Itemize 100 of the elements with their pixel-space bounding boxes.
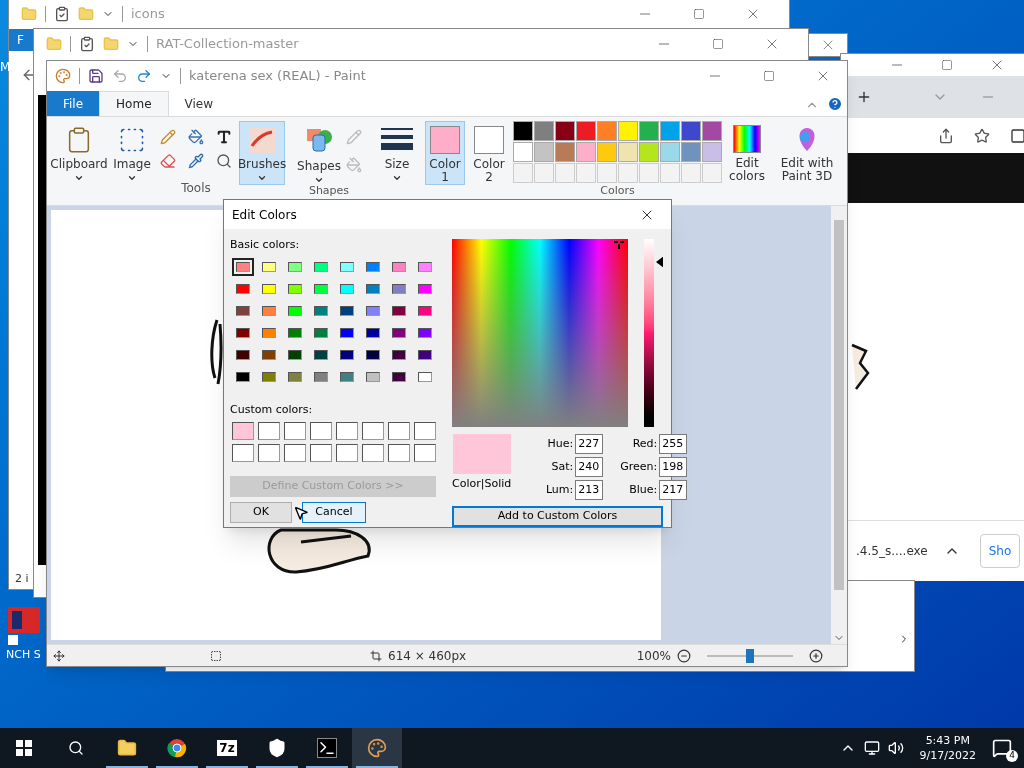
palette-swatch[interactable]	[660, 142, 680, 162]
palette-swatch[interactable]	[639, 121, 659, 141]
palette-swatch[interactable]	[597, 121, 617, 141]
desktop-icon-label[interactable]: NCH S	[6, 647, 41, 664]
clock-time[interactable]: 5:43 PM	[925, 733, 970, 748]
bookmark-star-icon[interactable]	[974, 127, 990, 144]
color-spectrum[interactable]	[452, 239, 628, 427]
palette-swatch[interactable]	[576, 121, 596, 141]
show-all-button[interactable]: Sho	[979, 534, 1021, 568]
vertical-scrollbar[interactable]	[831, 206, 847, 644]
custom-color-cell[interactable]	[414, 422, 436, 440]
palette-swatch[interactable]	[576, 142, 596, 162]
start-icon[interactable]	[16, 740, 32, 756]
ribbon-button[interactable]: Clipboard	[51, 121, 107, 185]
text-icon[interactable]	[216, 129, 232, 145]
app-shortcut-icon[interactable]	[6, 605, 42, 647]
palette-swatch[interactable]	[555, 142, 575, 162]
number-field[interactable]: 240	[575, 457, 604, 477]
ribbon-button[interactable]: Image	[111, 121, 153, 185]
redo-icon[interactable]	[136, 68, 152, 84]
palette-swatch[interactable]	[534, 121, 554, 141]
palette-swatch[interactable]	[681, 121, 701, 141]
luminosity-bar[interactable]	[644, 239, 654, 427]
color-cell[interactable]	[232, 257, 254, 276]
custom-color-cell[interactable]	[310, 444, 332, 462]
crosshair-icon[interactable]	[614, 241, 624, 251]
maximize-icon[interactable]	[693, 8, 705, 20]
properties-icon[interactable]	[79, 36, 95, 52]
custom-color-cell[interactable]	[232, 444, 254, 462]
network-icon[interactable]	[863, 740, 880, 756]
custom-color-cell[interactable]	[362, 422, 384, 440]
palette-swatch[interactable]	[702, 142, 722, 162]
properties-icon[interactable]	[54, 6, 70, 22]
ribbon-tab[interactable]: Home	[99, 91, 169, 116]
luminosity-arrow-icon[interactable]	[656, 256, 663, 268]
custom-color-cell[interactable]	[232, 422, 254, 440]
taskbar-app-button[interactable]	[352, 728, 402, 768]
number-field[interactable]: 255	[659, 434, 688, 454]
maximize-icon[interactable]	[941, 59, 953, 71]
cancel-button[interactable]: Cancel	[302, 502, 366, 523]
palette-swatch[interactable]	[639, 142, 659, 162]
palette-swatch[interactable]	[513, 142, 533, 162]
ribbon-button[interactable]: Size	[373, 121, 421, 185]
clock-date[interactable]: 9/17/2022	[919, 748, 976, 763]
number-field[interactable]: 227	[575, 434, 604, 454]
custom-color-cell[interactable]	[336, 422, 358, 440]
number-field[interactable]: 198	[659, 457, 688, 477]
ribbon-tab[interactable]: View	[168, 91, 229, 116]
zoom-in-icon[interactable]	[809, 648, 823, 663]
help-icon[interactable]	[827, 96, 843, 112]
custom-color-cell[interactable]	[284, 422, 306, 440]
shapes-button[interactable]: Shapes	[296, 121, 342, 185]
eraser-icon[interactable]	[160, 153, 176, 169]
share-icon[interactable]	[938, 127, 954, 144]
fill-bucket-icon[interactable]	[188, 129, 204, 145]
color-picker-icon[interactable]	[188, 153, 204, 169]
zoom-slider-thumb[interactable]	[746, 648, 754, 663]
palette-swatch[interactable]	[534, 142, 554, 162]
palette-swatch[interactable]	[618, 142, 638, 162]
custom-color-cell[interactable]	[284, 444, 306, 462]
new-tab-icon[interactable]	[856, 89, 872, 105]
palette-swatch[interactable]	[681, 142, 701, 162]
custom-color-cell[interactable]	[336, 444, 358, 462]
custom-color-cell[interactable]	[388, 444, 410, 462]
number-field[interactable]: 213	[575, 480, 604, 500]
add-to-custom-colors-button[interactable]: Add to Custom Colors	[452, 506, 663, 527]
edit-colors-button[interactable]: Edit colors	[726, 121, 768, 183]
taskbar-app-button[interactable]: 7z	[202, 728, 252, 768]
download-file-name[interactable]: .4.5_s....exe	[856, 542, 928, 560]
custom-color-cell[interactable]	[258, 422, 280, 440]
custom-color-cell[interactable]	[362, 444, 384, 462]
custom-color-cell[interactable]	[310, 422, 332, 440]
save-icon[interactable]	[88, 68, 104, 84]
palette-swatch[interactable]	[555, 121, 575, 141]
search-icon[interactable]	[68, 740, 84, 756]
paint-3d-button[interactable]: Edit with Paint 3D	[776, 121, 838, 183]
volume-icon[interactable]	[887, 740, 904, 756]
ribbon-tab[interactable]: F	[9, 29, 34, 51]
palette-swatch[interactable]	[618, 121, 638, 141]
custom-color-cell[interactable]	[388, 422, 410, 440]
pencil-icon[interactable]	[160, 129, 176, 145]
color-slot-button[interactable]: Color 2	[469, 121, 509, 185]
maximize-icon[interactable]	[763, 70, 775, 82]
ok-button[interactable]: OK	[230, 502, 292, 523]
custom-color-cell[interactable]	[258, 444, 280, 462]
maximize-icon[interactable]	[712, 38, 724, 50]
number-field[interactable]: 217	[659, 480, 688, 500]
ribbon-tab[interactable]: File	[47, 91, 100, 116]
color-slot-button[interactable]: Color 1	[425, 121, 465, 185]
sidebar-icon[interactable]	[1010, 127, 1024, 144]
palette-swatch[interactable]	[597, 142, 617, 162]
custom-color-cell[interactable]	[414, 444, 436, 462]
ribbon-button[interactable]: Brushes	[239, 121, 285, 185]
palette-swatch[interactable]	[702, 121, 722, 141]
palette-swatch[interactable]	[513, 121, 533, 141]
paint-app-icon	[55, 68, 71, 84]
palette-swatch[interactable]	[660, 121, 680, 141]
zoom-slider[interactable]	[707, 648, 793, 663]
magnifier-icon[interactable]	[216, 153, 232, 169]
zoom-out-icon[interactable]	[677, 648, 691, 663]
